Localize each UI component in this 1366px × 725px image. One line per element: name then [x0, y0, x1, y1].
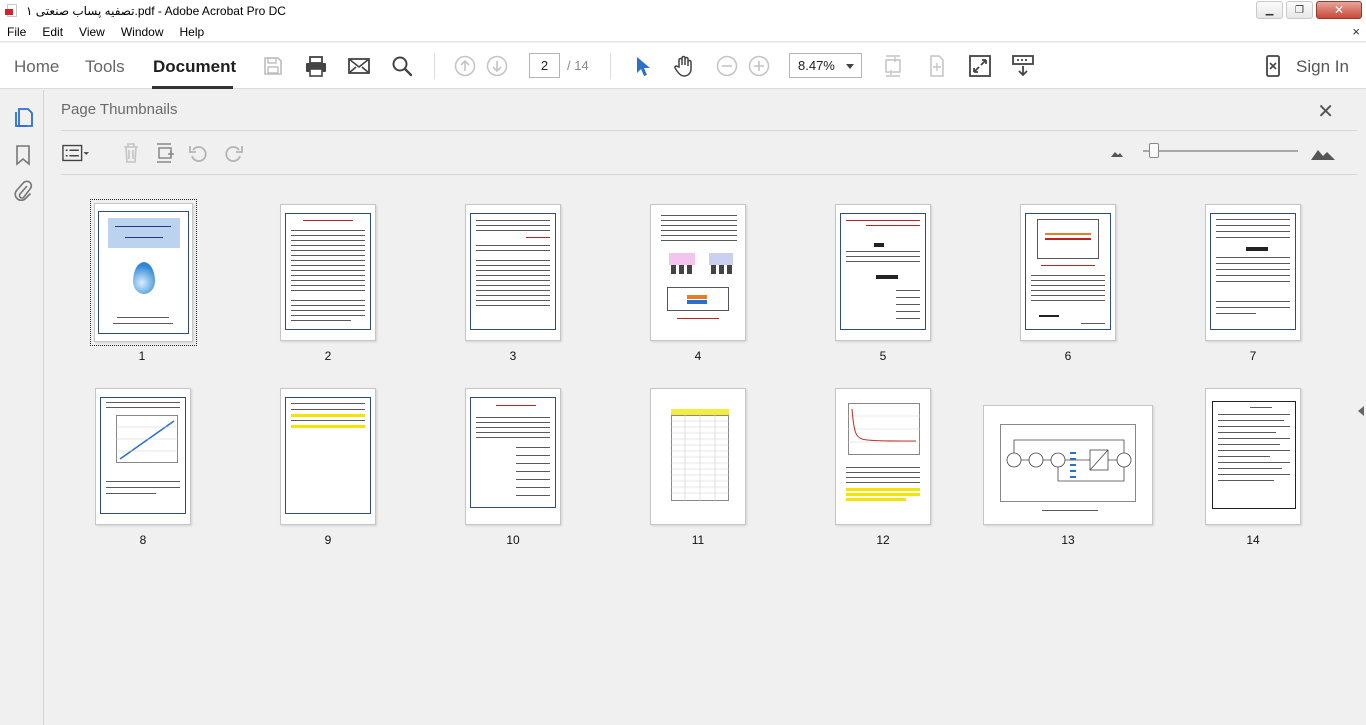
previous-page-icon[interactable] — [452, 53, 478, 79]
page-label: 8 — [139, 533, 147, 547]
thumbnail-size-slider[interactable] — [1143, 150, 1298, 152]
email-icon[interactable] — [346, 53, 372, 79]
page-thumbnail-1[interactable] — [90, 199, 197, 346]
bookmarks-icon[interactable] — [10, 142, 36, 168]
page-label: 12 — [876, 533, 890, 547]
chevron-down-icon — [846, 64, 854, 69]
page-thumbnail-7[interactable] — [1205, 204, 1301, 341]
fit-page-icon[interactable] — [880, 53, 906, 79]
menu-help[interactable]: Help — [172, 25, 213, 39]
page-thumbnail-4[interactable] — [650, 204, 746, 341]
print-icon[interactable] — [303, 53, 329, 79]
hand-tool-icon[interactable] — [671, 53, 697, 79]
page-label: 3 — [509, 349, 517, 363]
page-thumbnail-9[interactable] — [280, 388, 376, 525]
sign-in-button[interactable]: Sign In — [1296, 57, 1349, 77]
page-thumbnail-2[interactable] — [280, 204, 376, 341]
menu-window[interactable]: Window — [113, 25, 172, 39]
zoom-select[interactable]: 8.47% — [789, 53, 862, 78]
larger-thumbnails-icon[interactable] — [1309, 140, 1337, 166]
menu-file[interactable]: File — [0, 25, 34, 39]
close-document-button[interactable]: × — [1352, 24, 1360, 39]
menu-bar: File Edit View Window Help × — [0, 22, 1366, 42]
insert-page-icon[interactable] — [151, 140, 179, 166]
slider-handle[interactable] — [1149, 143, 1159, 158]
page-thumbnail-6[interactable] — [1020, 204, 1116, 341]
tab-home[interactable]: Home — [14, 57, 59, 77]
toolbar-separator — [434, 53, 435, 79]
full-screen-icon[interactable] — [967, 53, 993, 79]
next-page-icon[interactable] — [484, 53, 510, 79]
collapse-right-panel-icon[interactable] — [1358, 406, 1364, 416]
zoom-value: 8.47% — [798, 58, 835, 73]
page-thumbnail-13[interactable] — [983, 405, 1153, 525]
minimize-button[interactable]: ▁ — [1256, 1, 1283, 19]
panel-title: Page Thumbnails — [61, 101, 178, 118]
page-label: 10 — [506, 533, 520, 547]
page-thumbnail-11[interactable] — [650, 388, 746, 525]
page-label: 2 — [324, 349, 332, 363]
navigation-rail — [0, 90, 44, 725]
rotate-right-icon[interactable] — [219, 140, 247, 166]
rotate-left-icon[interactable] — [185, 140, 213, 166]
restore-button[interactable]: ❐ — [1286, 1, 1313, 19]
page-thumbnail-5[interactable] — [835, 204, 931, 341]
page-label: 7 — [1249, 349, 1257, 363]
panel-divider — [61, 174, 1357, 175]
toolbar-separator — [610, 53, 611, 79]
page-label: 5 — [879, 349, 887, 363]
page-thumbnails-icon[interactable] — [10, 104, 36, 130]
close-window-button[interactable]: ✕ — [1316, 1, 1362, 19]
page-label: 9 — [324, 533, 332, 547]
zoom-out-icon[interactable] — [714, 53, 740, 79]
options-menu-icon[interactable] — [62, 140, 90, 166]
delete-page-icon[interactable] — [117, 140, 145, 166]
menu-view[interactable]: View — [71, 25, 113, 39]
select-cursor-icon[interactable] — [629, 53, 655, 79]
close-panel-button[interactable]: ✕ — [1317, 99, 1334, 124]
page-label: 13 — [1061, 533, 1075, 547]
page-thumbnail-10[interactable] — [465, 388, 561, 525]
page-label: 1 — [138, 349, 146, 363]
menu-edit[interactable]: Edit — [34, 25, 71, 39]
page-label: 11 — [691, 533, 705, 547]
acrobat-icon — [5, 4, 19, 18]
page-thumbnail-12[interactable] — [835, 388, 931, 525]
attachments-icon[interactable] — [10, 178, 36, 204]
scroll-mode-icon[interactable] — [924, 53, 950, 79]
page-total: / 14 — [567, 58, 589, 73]
panel-divider — [61, 130, 1357, 131]
window-title: تصفیه پساب صنعتی ۱.pdf - Adobe Acrobat P… — [26, 4, 286, 18]
mobile-link-icon[interactable] — [1260, 53, 1286, 79]
page-thumbnail-3[interactable] — [465, 204, 561, 341]
tab-tools[interactable]: Tools — [85, 57, 125, 77]
page-label: 4 — [694, 349, 702, 363]
search-icon[interactable] — [389, 53, 415, 79]
page-label: 14 — [1246, 533, 1260, 547]
page-thumbnail-14[interactable] — [1205, 388, 1301, 525]
main-toolbar: Home Tools Document — [0, 43, 1366, 89]
page-number-input[interactable]: 2 — [529, 53, 560, 78]
save-icon[interactable] — [260, 53, 286, 79]
title-bar: تصفیه پساب صنعتی ۱.pdf - Adobe Acrobat P… — [0, 0, 1366, 22]
page-label: 6 — [1064, 349, 1072, 363]
read-mode-icon[interactable] — [1010, 53, 1036, 79]
page-thumbnail-8[interactable] — [95, 388, 191, 525]
zoom-in-icon[interactable] — [746, 53, 772, 79]
smaller-thumbnails-icon[interactable] — [1103, 140, 1131, 166]
tab-document[interactable]: Document — [153, 57, 236, 77]
active-tab-indicator — [152, 86, 233, 89]
